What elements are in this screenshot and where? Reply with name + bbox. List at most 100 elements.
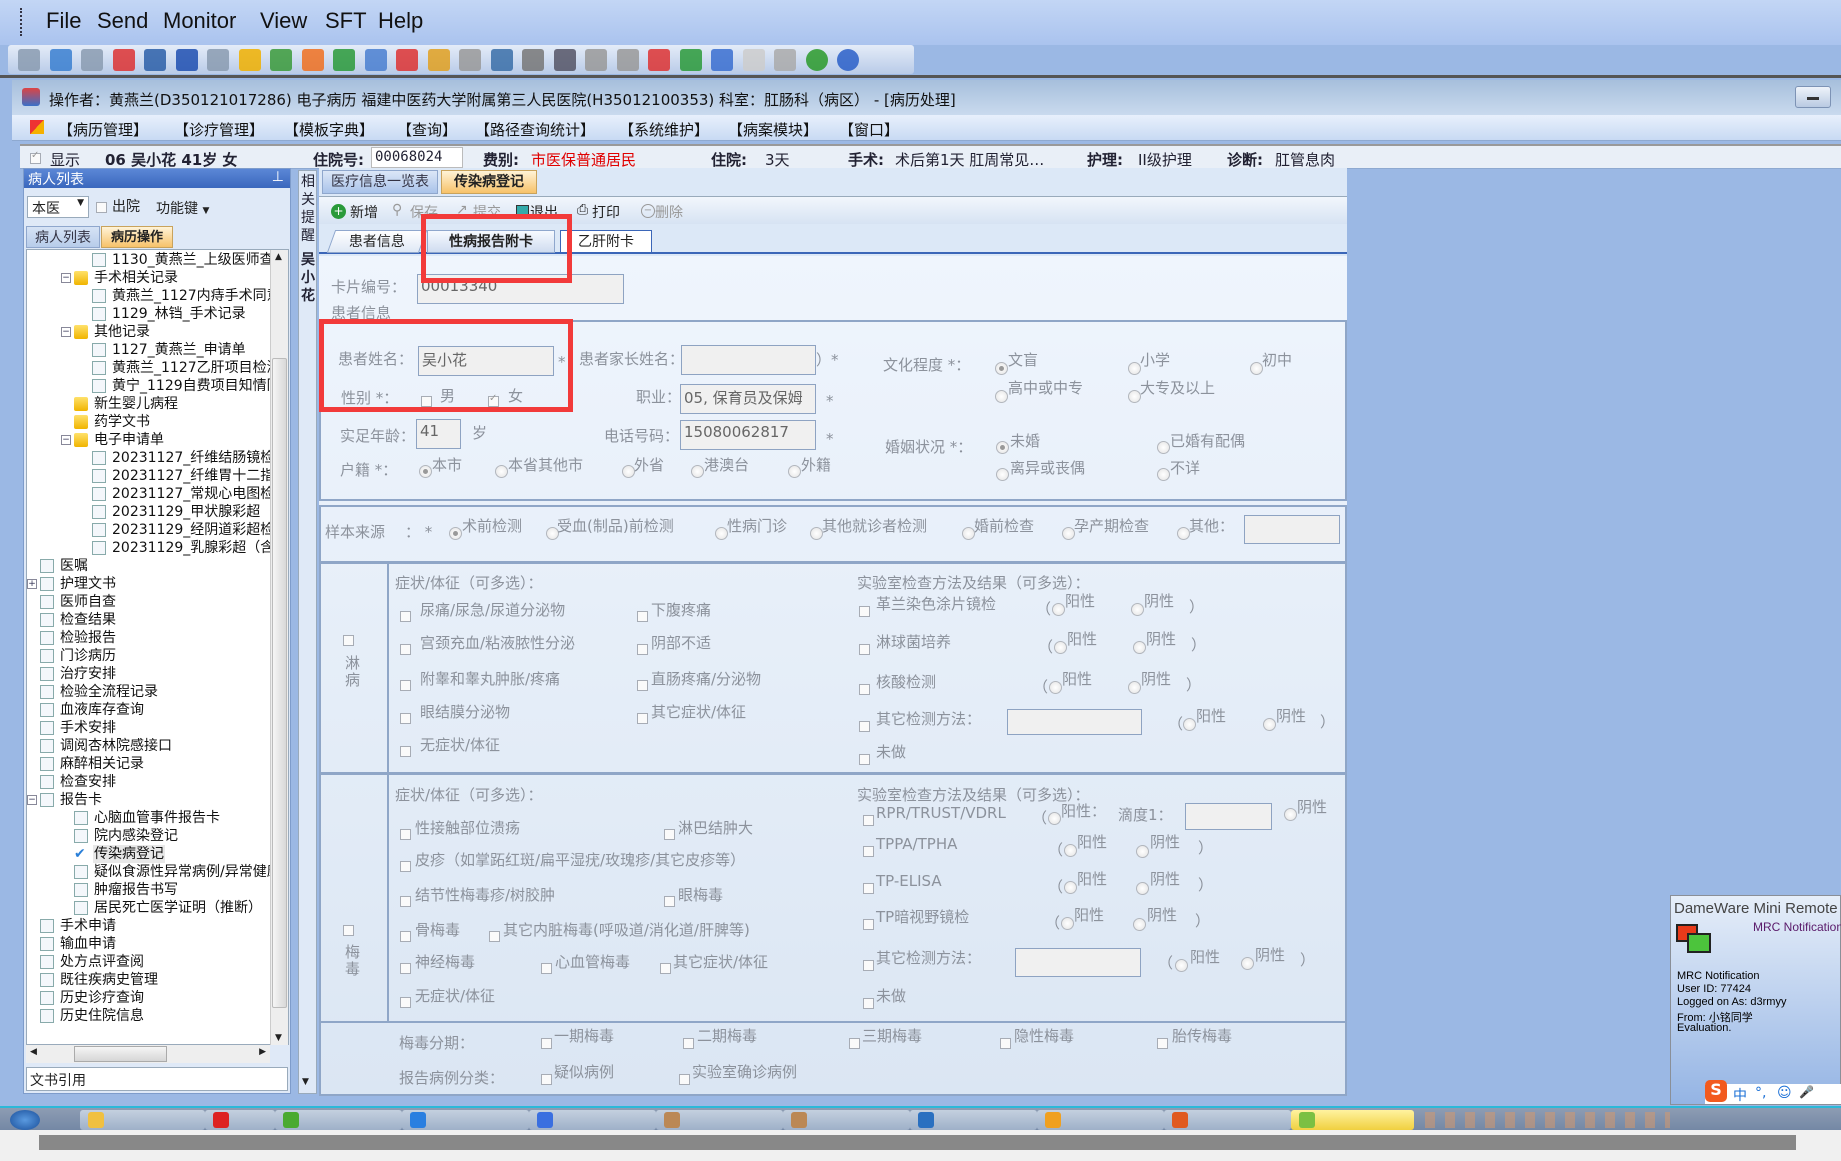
taskbar-item[interactable]: [783, 1110, 910, 1130]
gonorrhea-lab-checkbox[interactable]: [859, 606, 870, 617]
gonorrhea-lab-checkbox[interactable]: [859, 684, 870, 695]
syphilis-lab-checkbox[interactable]: [863, 998, 874, 1009]
scroll-thumb[interactable]: [272, 358, 287, 1008]
tab-infectious-disease[interactable]: 传染病登记: [441, 170, 537, 194]
tree-item[interactable]: 治疗安排: [27, 665, 271, 683]
ime-chinese-mode[interactable]: 中: [1733, 1085, 1747, 1105]
taskbar-item[interactable]: [1291, 1110, 1414, 1130]
syphilis-negative-radio[interactable]: [1241, 957, 1254, 970]
tree-item[interactable]: 门诊病历: [27, 647, 271, 665]
new-button[interactable]: 新增: [350, 202, 378, 222]
syphilis-symptom-checkbox[interactable]: [541, 963, 552, 974]
delete-button[interactable]: 删除: [655, 202, 683, 222]
tree-item[interactable]: − 其他记录: [27, 323, 271, 341]
ime-voice-icon[interactable]: 🎤: [1799, 1085, 1814, 1099]
taskbar-item[interactable]: [656, 1110, 783, 1130]
expand-icon[interactable]: +: [27, 579, 37, 589]
show-checkbox[interactable]: [30, 150, 41, 164]
occupation-field[interactable]: 05, 保育员及保姆: [680, 384, 816, 414]
settings-icon[interactable]: [427, 49, 450, 71]
app-menu-item[interactable]: 【窗口】: [839, 119, 899, 140]
gonorrhea-symptom-checkbox[interactable]: [400, 680, 411, 691]
keyboard-highlight-icon[interactable]: [301, 49, 324, 71]
tree-item[interactable]: 检查结果: [27, 611, 271, 629]
marital-radio[interactable]: [1157, 441, 1170, 454]
patient-tab[interactable]: 吴小花: [301, 251, 315, 305]
subtab-patient-info[interactable]: 患者信息: [326, 230, 428, 253]
taskbar-item[interactable]: [1164, 1110, 1291, 1130]
tree-item[interactable]: 医师自查: [27, 593, 271, 611]
screen-icon[interactable]: [144, 49, 166, 71]
syphilis-symptom-checkbox[interactable]: [664, 896, 675, 907]
scroll-down-icon[interactable]: ▼: [275, 1033, 282, 1043]
start-button[interactable]: [10, 1110, 40, 1130]
gonorrhea-lab-checkbox[interactable]: [859, 644, 870, 655]
tree-item[interactable]: 20231129_经阴道彩超检查: [27, 521, 288, 539]
tree-item[interactable]: 20231127_纤维结肠镜检查: [27, 449, 288, 467]
print-button[interactable]: 打印: [592, 202, 620, 222]
taskbar-item[interactable]: [205, 1110, 275, 1130]
syphilis-other-method-field[interactable]: [1015, 948, 1141, 977]
cursor-icon[interactable]: [333, 49, 355, 71]
reminder-tab[interactable]: 相关提醒: [301, 173, 315, 245]
gonorrhea-positive-radio[interactable]: [1052, 603, 1065, 616]
scope-select[interactable]: 本医 ▼: [27, 196, 89, 218]
gonorrhea-symptom-checkbox[interactable]: [400, 713, 411, 724]
gonorrhea-negative-radio[interactable]: [1263, 718, 1276, 731]
syphilis-stage-checkbox[interactable]: [541, 1038, 552, 1049]
app-menu-item[interactable]: 【病案模块】: [728, 119, 818, 140]
tab-record-operations[interactable]: 病历操作: [101, 226, 173, 248]
household-radio[interactable]: [788, 465, 801, 478]
collapse-icon[interactable]: −: [61, 435, 71, 445]
phone-field[interactable]: 15080062817: [680, 420, 816, 450]
function-key-menu[interactable]: 功能键 ▼: [156, 198, 209, 218]
tree-item[interactable]: 血液库存查询: [27, 701, 271, 719]
tree-item[interactable]: 处方点评查阅: [27, 953, 271, 971]
syphilis-symptom-checkbox[interactable]: [400, 896, 411, 907]
tree-item[interactable]: 手术安排: [27, 719, 271, 737]
tree-horizontal-scrollbar[interactable]: ◀ ▶: [26, 1045, 270, 1063]
tree-item[interactable]: 历史住院信息: [27, 1007, 271, 1025]
minimize-button[interactable]: [1795, 86, 1831, 108]
tab-medical-overview[interactable]: 医疗信息一览表: [322, 170, 438, 194]
print-icon[interactable]: [522, 49, 544, 71]
system-tray-icons[interactable]: [1425, 1112, 1670, 1128]
education-radio[interactable]: [995, 390, 1008, 403]
tree-item[interactable]: 1127_黄燕兰_申请单: [27, 341, 271, 359]
gonorrhea-lab-checkbox[interactable]: [859, 721, 870, 732]
app-menu-item[interactable]: 【路径查询统计】: [475, 119, 595, 140]
tree-item[interactable]: ✔ 传染病登记: [27, 845, 271, 863]
titer-field[interactable]: [1185, 803, 1272, 830]
gonorrhea-symptom-checkbox[interactable]: [637, 644, 648, 655]
hscroll-thumb[interactable]: [74, 1046, 167, 1062]
parent-name-field[interactable]: [681, 345, 816, 375]
education-radio[interactable]: [995, 362, 1008, 375]
tree-item[interactable]: 新生婴儿病程: [27, 395, 271, 413]
discharge-checkbox[interactable]: [96, 202, 107, 213]
tree-item[interactable]: 肿瘤报告书写: [27, 881, 271, 899]
tree-item[interactable]: 20231129_甲状腺彩超（: [27, 503, 274, 521]
syphilis-positive-radio[interactable]: [1064, 881, 1077, 894]
tree-item[interactable]: 药学文书: [27, 413, 271, 431]
app-menu-item[interactable]: 【系统维护】: [619, 119, 709, 140]
ime-punctuation[interactable]: °,: [1755, 1085, 1766, 1101]
gonorrhea-negative-radio[interactable]: [1131, 603, 1144, 616]
syphilis-negative-radio[interactable]: [1136, 845, 1149, 858]
syphilis-stage-checkbox[interactable]: [1157, 1038, 1168, 1049]
taskbar-item[interactable]: [910, 1110, 1037, 1130]
scroll-down-icon[interactable]: ▼: [302, 1077, 309, 1087]
tree-item[interactable]: 居民死亡医学证明（推断）: [27, 899, 271, 917]
taskbar-item[interactable]: [402, 1110, 529, 1130]
syphilis-stage-checkbox[interactable]: [1000, 1038, 1011, 1049]
sample-source-radio[interactable]: [449, 527, 462, 540]
tree-item[interactable]: 黄宁_1129自费项目知情同意: [27, 377, 288, 395]
copy-icon[interactable]: [585, 49, 607, 71]
app-menu-item[interactable]: 【模板字典】: [284, 119, 374, 140]
taskbar-item[interactable]: [275, 1110, 402, 1130]
tree-item[interactable]: 1130_黄燕兰_上级医师查房记录: [27, 251, 288, 269]
lock-keyboard-icon[interactable]: [238, 49, 261, 71]
transfer-icon[interactable]: [679, 49, 702, 71]
syphilis-symptom-checkbox[interactable]: [400, 997, 411, 1008]
tree-item[interactable]: − 电子申请单: [27, 431, 271, 449]
tree-item[interactable]: 黄燕兰_1127内痔手术同意书: [27, 287, 288, 305]
